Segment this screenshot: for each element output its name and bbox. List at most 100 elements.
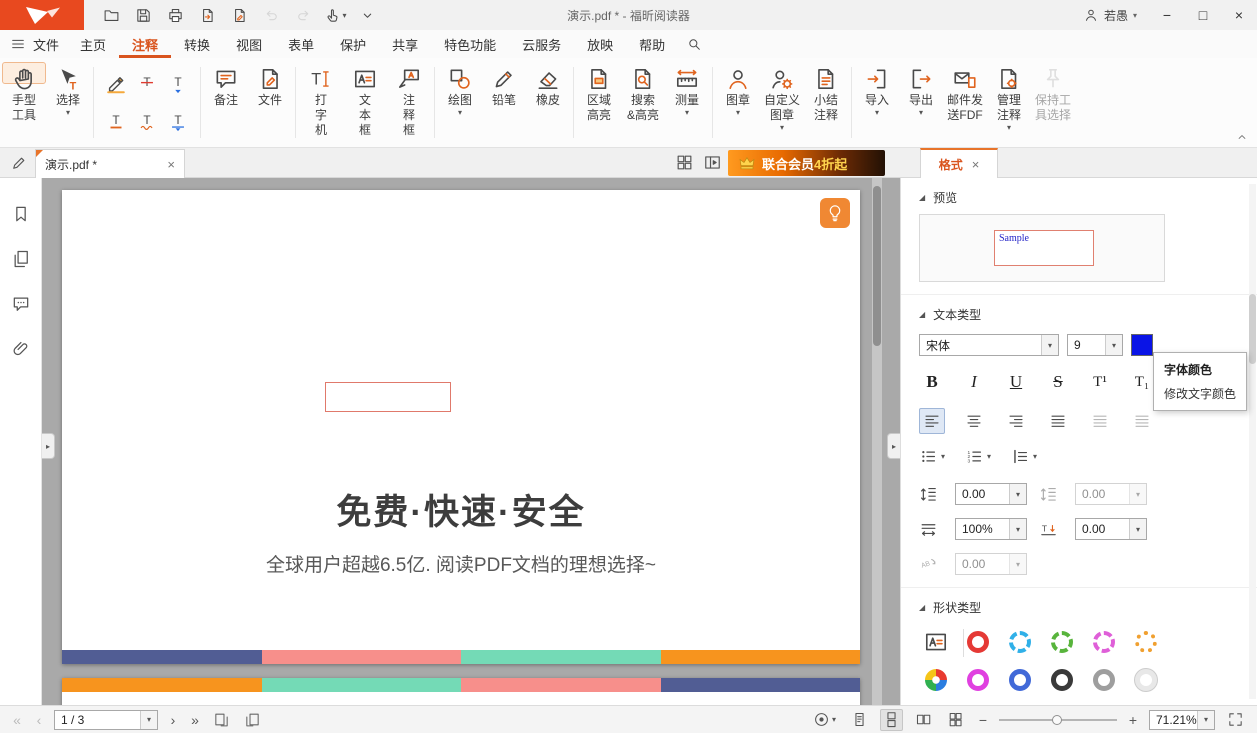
menu-file[interactable]: 文件 <box>33 35 59 54</box>
fullscreen-button[interactable] <box>1224 708 1247 731</box>
superscript-button[interactable]: T¹ <box>1087 369 1113 395</box>
format-tab-close-icon[interactable]: × <box>972 157 980 172</box>
minimize-button[interactable]: − <box>1149 0 1185 30</box>
shape-red-button[interactable] <box>967 631 989 653</box>
next-page-button[interactable]: › <box>166 712 180 728</box>
format-panel-tab[interactable]: 格式 × <box>920 148 998 178</box>
textbox-button[interactable]: 文 本 框 <box>343 62 387 143</box>
undo-button[interactable] <box>258 3 285 27</box>
align-center-button[interactable] <box>961 408 987 434</box>
shape-gray-button[interactable] <box>1093 669 1115 691</box>
pencil-button[interactable]: 铅笔 <box>482 62 526 143</box>
export-comments-button[interactable]: 导出▾ <box>899 62 943 143</box>
bullet-list-button[interactable]: ▾ <box>919 447 945 466</box>
summarize-comments-button[interactable]: 小结 注释 <box>804 62 848 143</box>
baseline-offset-select[interactable]: 0.00▾ <box>1075 518 1147 540</box>
callout-button[interactable]: 注 释 框 <box>387 62 431 143</box>
menu-tab-protect[interactable]: 保护 <box>327 30 379 58</box>
reading-mode-button[interactable]: ▾ <box>810 708 839 731</box>
underline-button[interactable]: T <box>101 103 131 140</box>
next-view-button[interactable] <box>241 708 264 731</box>
open-file-button[interactable] <box>98 3 125 27</box>
textbox-annotation[interactable] <box>325 382 451 412</box>
doc-edit-button[interactable] <box>226 3 253 27</box>
tab-close-icon[interactable]: × <box>167 157 175 172</box>
pdf-page-1[interactable]: 免费·快速·安全 全球用户超越6.5亿. 阅读PDF文档的理想选择~ <box>62 190 860 664</box>
menu-icon[interactable] <box>10 36 26 52</box>
shape-blue-button[interactable] <box>1009 669 1031 691</box>
subscript-button[interactable]: T₁ <box>1129 369 1155 395</box>
redo-button[interactable] <box>290 3 317 27</box>
print-button[interactable] <box>162 3 189 27</box>
shape-pink-button[interactable] <box>967 669 989 691</box>
doc-export-button[interactable] <box>194 3 221 27</box>
measure-button[interactable]: 测量▾ <box>665 62 709 143</box>
stamp-button[interactable]: 图章▾ <box>716 62 760 143</box>
font-size-select[interactable]: 9 ▾ <box>1067 334 1123 356</box>
search-highlight-button[interactable]: 搜索 &高亮 <box>621 62 665 143</box>
menu-tab-form[interactable]: 表单 <box>275 30 327 58</box>
pages-panel-button[interactable] <box>11 249 31 269</box>
shape-magenta-button[interactable] <box>1093 631 1115 653</box>
drawing-button[interactable]: 绘图▾ <box>438 62 482 143</box>
menu-tab-home[interactable]: 主页 <box>67 30 119 58</box>
shape-green-button[interactable] <box>1051 631 1073 653</box>
font-family-select[interactable]: 宋体 ▾ <box>919 334 1059 356</box>
pdf-page-2[interactable] <box>62 678 860 705</box>
align-justify-all-button[interactable] <box>1087 408 1113 434</box>
close-button[interactable]: × <box>1221 0 1257 30</box>
zoom-slider[interactable] <box>999 712 1117 728</box>
underline-button[interactable]: U <box>1003 369 1029 395</box>
zoom-slider-thumb[interactable] <box>1052 715 1062 725</box>
document-scrollbar-thumb[interactable] <box>873 186 881 346</box>
text-indent-button[interactable]: ▾ <box>1011 447 1037 466</box>
shape-cyan-button[interactable] <box>1009 631 1031 653</box>
last-page-button[interactable]: » <box>188 712 202 728</box>
shape-type-section-header[interactable]: ◢ 形状类型 <box>901 587 1257 621</box>
insert-text-button[interactable]: T <box>163 65 193 102</box>
menu-tab-cloud[interactable]: 云服务 <box>509 30 574 58</box>
view-single-button[interactable] <box>848 708 871 731</box>
custom-stamp-button[interactable]: 自定义 图章▾ <box>760 62 804 143</box>
italic-button[interactable]: I <box>961 369 987 395</box>
menu-tab-features[interactable]: 特色功能 <box>431 30 509 58</box>
menu-tab-share[interactable]: 共享 <box>379 30 431 58</box>
bold-button[interactable]: B <box>919 369 945 395</box>
hand-tool-button[interactable]: 手型 工具 <box>2 62 46 84</box>
font-color-swatch[interactable] <box>1131 334 1153 356</box>
area-highlight-button[interactable]: 区域 高亮 <box>577 62 621 143</box>
maximize-button[interactable]: □ <box>1185 0 1221 30</box>
view-facing-button[interactable] <box>912 708 935 731</box>
page-select[interactable]: 1 / 3▾ <box>54 710 158 730</box>
save-button[interactable] <box>130 3 157 27</box>
sidebar-expand-handle[interactable]: ▸ <box>42 433 55 459</box>
shape-white-button[interactable] <box>1135 669 1157 691</box>
zoom-out-button[interactable]: − <box>976 712 990 728</box>
text-type-section-header[interactable]: ◢ 文本类型 <box>901 294 1257 328</box>
file-attach-button[interactable]: 文件 <box>248 62 292 143</box>
panel-collapse-handle[interactable]: ▸ <box>887 433 900 459</box>
typewriter-button[interactable]: T打 字 机 <box>299 62 343 143</box>
menu-tab-comment[interactable]: 注释 <box>119 30 171 58</box>
shape-orange-button[interactable] <box>1135 631 1157 653</box>
strikeout-button[interactable]: T <box>132 65 162 102</box>
keep-tool-button[interactable]: 保持工 具选择 <box>1031 62 1075 143</box>
annotate-pen-icon[interactable] <box>10 154 28 172</box>
eraser-button[interactable]: 橡皮 <box>526 62 570 143</box>
comments-panel-button[interactable] <box>11 294 31 314</box>
highlight-button[interactable] <box>101 65 131 102</box>
align-distribute-button[interactable] <box>1129 408 1155 434</box>
menu-tab-convert[interactable]: 转换 <box>171 30 223 58</box>
import-comments-button[interactable]: 导入▾ <box>855 62 899 143</box>
replace-text-button[interactable]: T <box>163 103 193 140</box>
attachments-panel-button[interactable] <box>11 339 31 359</box>
align-justify-button[interactable] <box>1045 408 1071 434</box>
document-area[interactable]: 免费·快速·安全 全球用户超越6.5亿. 阅读PDF文档的理想选择~ ▸ ▸ <box>42 178 900 705</box>
squiggly-underline-button[interactable]: T <box>132 103 162 140</box>
bookmarks-panel-button[interactable] <box>11 204 31 224</box>
touch-mode-button[interactable]: ▾ <box>322 3 349 27</box>
email-fdf-button[interactable]: 邮件发 送FDF <box>943 62 987 143</box>
panel-scrollbar[interactable] <box>1249 184 1256 699</box>
user-menu[interactable]: 若愚 ▾ <box>1071 7 1149 24</box>
document-scrollbar[interactable] <box>872 178 882 705</box>
